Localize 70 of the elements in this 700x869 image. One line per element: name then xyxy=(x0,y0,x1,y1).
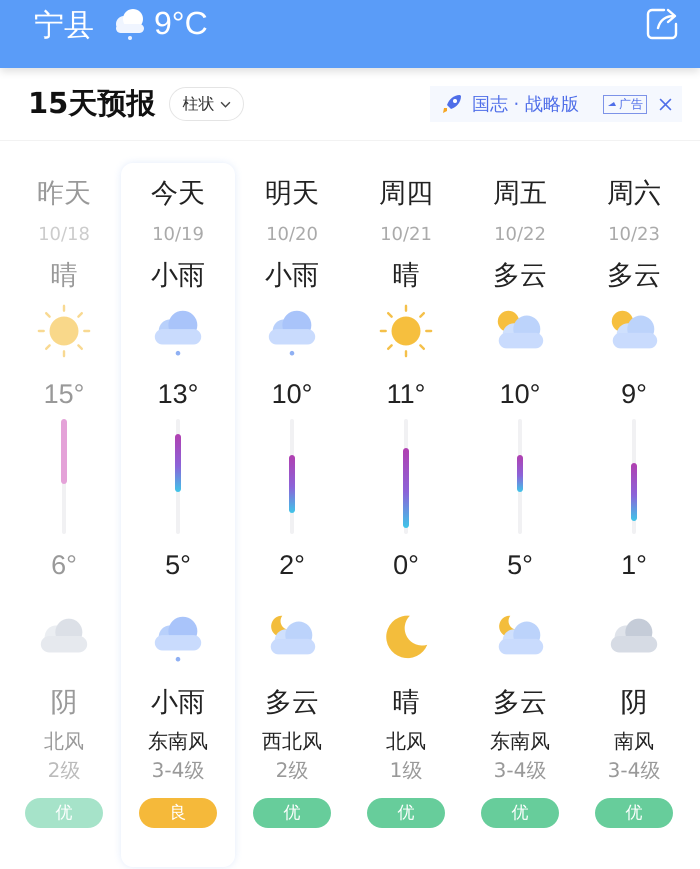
day-weather: 多云 xyxy=(607,259,661,293)
air-quality-badge: 优 xyxy=(253,798,331,828)
view-toggle-button[interactable]: 柱状 xyxy=(169,87,244,121)
date-label: 10/21 xyxy=(380,223,432,247)
day-weather: 晴 xyxy=(392,259,420,293)
low-temperature: 6° xyxy=(51,549,77,582)
chevron-down-icon xyxy=(220,100,232,108)
current-temperature: 9°C xyxy=(154,5,208,42)
wind-level: 1级 xyxy=(390,757,422,784)
sun-icon xyxy=(35,302,93,360)
forecast-title: 15天预报 xyxy=(28,85,156,122)
wind-level: 2级 xyxy=(48,757,80,784)
high-temperature: 10° xyxy=(272,378,312,411)
close-icon[interactable] xyxy=(659,98,672,110)
night-weather: 小雨 xyxy=(151,686,205,720)
day-column[interactable]: 周五 10/22 多云 10° 5° 多云 东南风 3-4级 优 xyxy=(463,163,577,867)
day-label: 周五 xyxy=(493,177,547,211)
air-quality-badge: 优 xyxy=(595,798,673,828)
air-quality-badge: 良 xyxy=(139,798,217,828)
wind-level: 2级 xyxy=(276,757,308,784)
date-label: 10/19 xyxy=(152,223,204,247)
day-column[interactable]: 明天 10/20 小雨 10° 2° 多云 西北风 2级 优 xyxy=(235,163,349,867)
high-temperature: 9° xyxy=(621,378,647,411)
day-column[interactable]: 周四 10/21 晴 11° 0° 晴 北风 1级 优 xyxy=(349,163,463,867)
night-weather: 多云 xyxy=(493,686,547,720)
city-name: 宁县 xyxy=(34,7,94,45)
high-temperature: 10° xyxy=(500,378,540,411)
wind-direction: 南风 xyxy=(614,728,654,755)
wind-direction: 西北风 xyxy=(262,728,322,755)
day-weather: 多云 xyxy=(493,259,547,293)
day-label: 周四 xyxy=(379,177,433,211)
wind-direction: 东南风 xyxy=(148,728,208,755)
day-label: 周六 xyxy=(607,177,661,211)
date-label: 10/22 xyxy=(494,223,546,247)
day-label: 明天 xyxy=(265,177,319,211)
day-weather: 小雨 xyxy=(151,259,205,293)
date-label: 10/20 xyxy=(266,223,318,247)
air-quality-badge: 优 xyxy=(367,798,445,828)
day-label: 昨天 xyxy=(37,177,91,211)
low-temperature: 1° xyxy=(621,549,647,582)
day-column[interactable]: 周六 10/23 多云 9° 1° 阴 南风 3-4级 优 xyxy=(577,163,691,867)
date-label: 10/23 xyxy=(608,223,660,247)
high-temperature: 13° xyxy=(158,378,198,411)
day-label: 今天 xyxy=(151,177,205,211)
selected-day-card[interactable]: 今天 10/19 小雨 13° 5° 小雨 东南风 3-4级 良 xyxy=(121,163,235,867)
night-weather: 多云 xyxy=(265,686,319,720)
low-temperature: 5° xyxy=(165,549,191,582)
wind-direction: 北风 xyxy=(386,728,426,755)
low-temperature: 5° xyxy=(507,549,533,582)
wind-direction: 北风 xyxy=(44,728,84,755)
low-temperature: 0° xyxy=(393,549,419,582)
air-quality-badge: 优 xyxy=(481,798,559,828)
share-icon[interactable] xyxy=(644,6,680,42)
wind-level: 3-4级 xyxy=(152,757,204,784)
ad-text[interactable]: 国志 · 战略版 xyxy=(472,92,579,116)
high-temperature: 15° xyxy=(44,378,84,411)
day-weather: 小雨 xyxy=(265,259,319,293)
low-temperature: 2° xyxy=(279,549,305,582)
ad-tag: 广告 xyxy=(603,94,647,114)
wind-direction: 东南风 xyxy=(490,728,550,755)
sun-icon xyxy=(377,302,435,360)
air-quality-badge: 优 xyxy=(25,798,103,828)
night-weather: 阴 xyxy=(50,686,78,720)
night-weather: 阴 xyxy=(620,686,648,720)
high-temperature: 11° xyxy=(386,378,426,411)
wind-level: 3-4级 xyxy=(494,757,546,784)
ad-banner[interactable]: 国志 · 战略版 广告 xyxy=(430,86,682,122)
night-weather: 晴 xyxy=(392,686,420,720)
day-weather: 晴 xyxy=(50,259,78,293)
wind-level: 3-4级 xyxy=(608,757,660,784)
